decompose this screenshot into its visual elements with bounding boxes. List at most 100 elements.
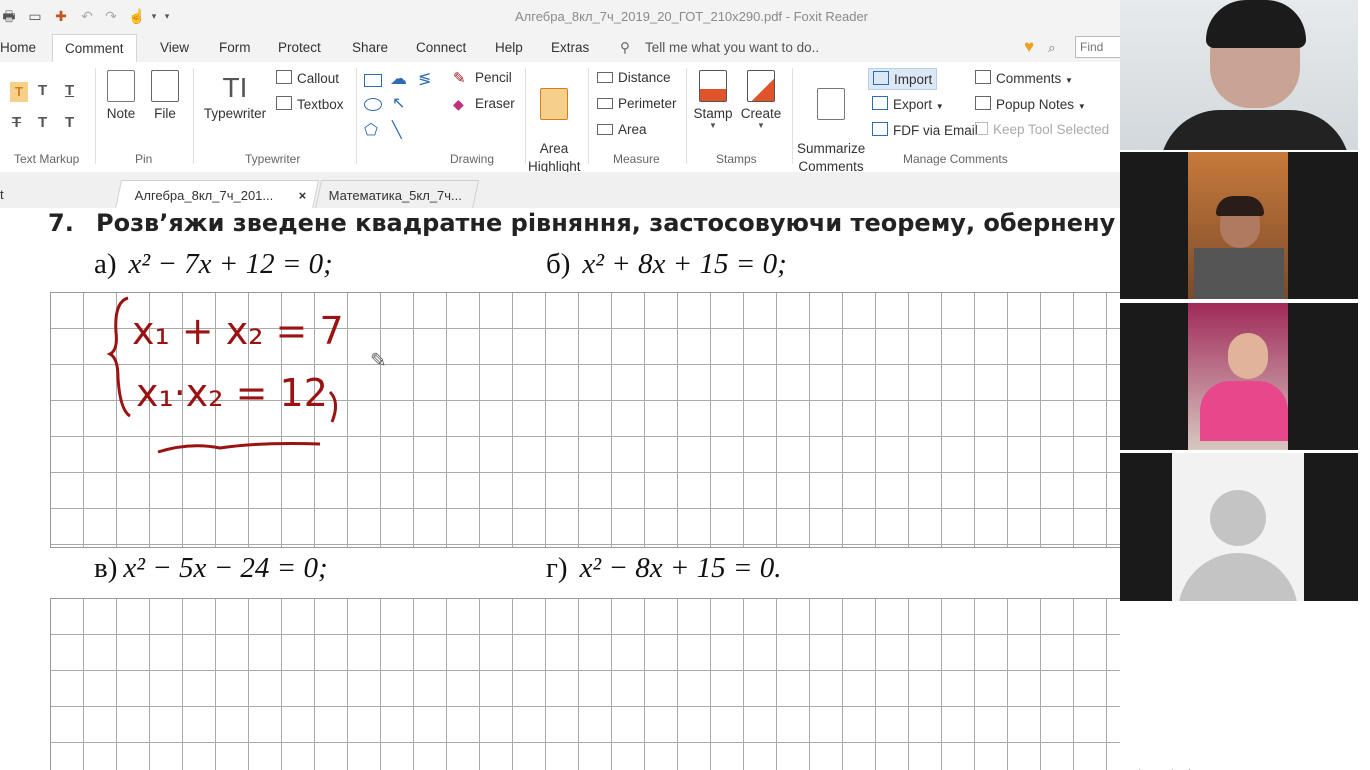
participant-hair [1206, 0, 1306, 48]
equation-b: б) x² + 8x + 15 = 0; [546, 248, 787, 281]
popup-notes-icon [975, 96, 991, 110]
distance-icon [597, 72, 613, 83]
area-button[interactable]: Area [597, 122, 647, 137]
file-button[interactable]: File [148, 70, 182, 121]
video-call-panel [1120, 0, 1370, 769]
video-tile-student-1[interactable] [1120, 152, 1358, 299]
area-highlight-label: Area Highlight [528, 141, 581, 174]
file-label: File [154, 106, 176, 121]
separator [95, 68, 96, 164]
export-label: Export [893, 97, 933, 112]
polyline-icon[interactable]: ≶ [418, 69, 431, 89]
participant-face [1228, 333, 1268, 379]
summarize-comments-button[interactable]: Summarize Comments [797, 70, 865, 176]
textbox-icon [276, 96, 292, 110]
separator [193, 68, 194, 164]
equation-a: а) x² − 7x + 12 = 0; [94, 248, 333, 281]
line-icon[interactable]: ╲ [392, 120, 402, 140]
polygon-icon[interactable]: ⬠ [364, 120, 378, 140]
menu-extras[interactable]: Extras [551, 40, 589, 55]
group-label: Typewriter [245, 152, 301, 166]
note-button[interactable]: Note [104, 70, 138, 121]
menu-help[interactable]: Help [495, 40, 523, 55]
screen-icon[interactable]: ▭ [26, 8, 44, 24]
import-button[interactable]: Import [868, 68, 938, 90]
oval-icon[interactable] [364, 98, 382, 111]
menu-form[interactable]: Form [219, 40, 251, 55]
import-label: Import [894, 72, 933, 87]
menu-home[interactable]: Home [0, 40, 36, 55]
comments-dropdown[interactable]: Comments ▼ [975, 70, 1073, 86]
highlight-text-icon[interactable]: T [10, 82, 28, 102]
search-doc-icon[interactable]: ⌕ [1048, 40, 1056, 56]
perimeter-icon [597, 98, 613, 109]
customize-icon[interactable]: ▾ [158, 8, 176, 24]
group-label: Manage Comments [903, 152, 1008, 166]
create-label: Create [740, 106, 782, 121]
menu-share[interactable]: Share [352, 40, 388, 55]
area-measure-icon [597, 124, 613, 135]
area-highlight-button[interactable]: Area Highlight [528, 70, 581, 176]
video-tile-no-camera[interactable] [1120, 453, 1358, 601]
note-label: Note [106, 106, 136, 121]
group-label: Measure [613, 152, 660, 166]
distance-button[interactable]: Distance [597, 70, 671, 85]
fdf-email-button[interactable]: FDF via Email [872, 122, 978, 138]
hand-tool-icon[interactable]: ☝ [128, 8, 146, 24]
stamp-label: Stamp [693, 106, 733, 121]
equation-c-label: в) [94, 552, 118, 584]
textbox-button[interactable]: Textbox [276, 96, 344, 112]
perimeter-button[interactable]: Perimeter [597, 96, 677, 111]
replace-text-icon[interactable]: T [38, 114, 47, 131]
typewriter-button[interactable]: TI Typewriter [202, 70, 268, 121]
equation-b-text: x² + 8x + 15 = 0; [582, 248, 787, 280]
menu-connect[interactable]: Connect [416, 40, 466, 55]
menu-view[interactable]: View [160, 40, 189, 55]
pencil-button[interactable]: ✎ Pencil [453, 70, 512, 87]
squiggly-text-icon[interactable]: T [38, 82, 47, 99]
tab-partial[interactable]: t [0, 180, 4, 208]
summarize-label: Summarize Comments [797, 141, 866, 174]
redo-icon[interactable]: ↷ [102, 8, 120, 24]
keep-tool-checkbox[interactable]: Keep Tool Selected [975, 122, 1109, 137]
handwriting-annotation: x₁ + x₂ = 7 x₁·x₂ = 12 [106, 296, 344, 454]
insert-text-icon[interactable]: T [65, 114, 74, 131]
summarize-icon [817, 88, 845, 120]
popup-notes-dropdown[interactable]: Popup Notes ▼ [975, 96, 1086, 112]
arrow-icon[interactable]: ↖ [392, 93, 405, 113]
comments-icon [975, 70, 991, 84]
tell-me-box[interactable]: Tell me what you want to do.. [645, 40, 819, 55]
undo-icon[interactable]: ↶ [78, 8, 96, 24]
feedback-icon[interactable]: ♥ [1024, 37, 1034, 57]
stamp-button[interactable]: Stamp ▼ [692, 70, 734, 130]
new-file-icon[interactable]: ✚ [52, 8, 70, 24]
export-button[interactable]: Export ▼ [872, 96, 944, 112]
separator [525, 68, 526, 164]
underline-text-icon[interactable]: T [65, 82, 74, 99]
document-tab-bar: t Алгебра_8кл_7ч_201... × Математика_5кл… [0, 172, 1120, 209]
participant-body [1160, 110, 1350, 150]
note-icon [107, 70, 135, 102]
tab-algebra[interactable]: Алгебра_8кл_7ч_201... × [114, 180, 320, 211]
equation-d-label: г) [546, 552, 568, 584]
video-tile-student-2[interactable] [1120, 303, 1358, 450]
close-icon[interactable]: × [299, 181, 307, 211]
underline-stroke [157, 442, 321, 454]
participant-hair [1216, 196, 1264, 216]
print-icon[interactable]: 🖶 [0, 8, 18, 24]
eraser-button[interactable]: ◆ Eraser [453, 96, 515, 112]
callout-button[interactable]: Callout [276, 70, 339, 86]
separator [792, 68, 793, 164]
rectangle-icon[interactable] [364, 74, 382, 87]
tab-algebra-label: Алгебра_8кл_7ч_201... [134, 188, 274, 203]
create-stamp-button[interactable]: Create ▼ [740, 70, 782, 130]
cloud-icon[interactable]: ☁ [390, 69, 407, 89]
strikeout-text-icon[interactable]: T [12, 114, 21, 131]
video-tile-teacher[interactable] [1120, 0, 1358, 150]
perimeter-label: Perimeter [618, 96, 677, 111]
textbox-label: Textbox [297, 97, 344, 112]
menu-protect[interactable]: Protect [278, 40, 321, 55]
tab-math[interactable]: Математика_5кл_7ч... [314, 180, 480, 209]
ribbon: T T T T T T Text Markup Note File Pin TI… [0, 62, 1120, 176]
menu-comment[interactable]: Comment [52, 34, 137, 63]
